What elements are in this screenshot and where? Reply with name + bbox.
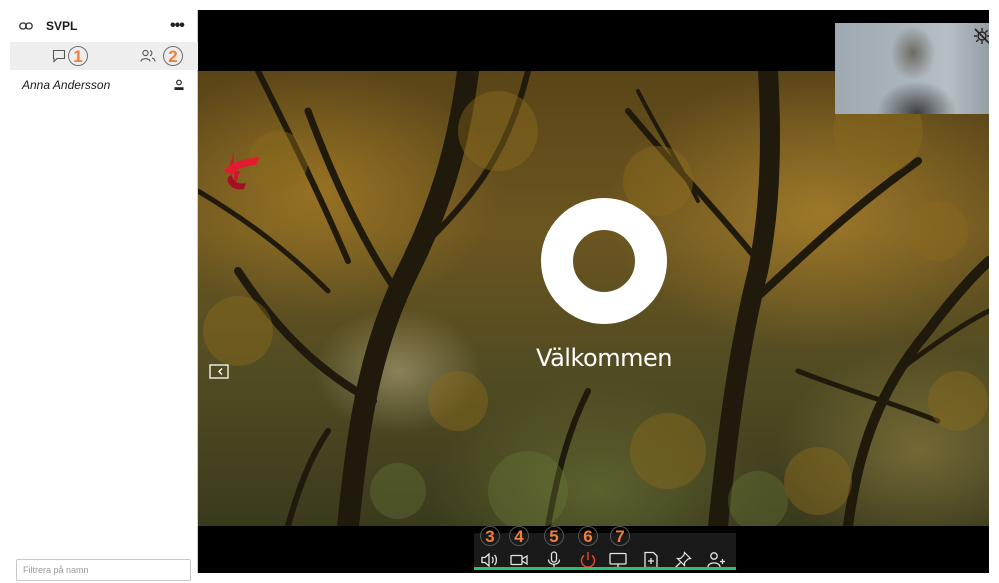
screen-share-button[interactable]: 7 xyxy=(608,526,630,569)
person-icon xyxy=(174,79,184,90)
participant-item[interactable]: Anna Andersson xyxy=(22,78,192,94)
microphone-button[interactable]: 5 xyxy=(544,526,564,568)
pin-button[interactable] xyxy=(673,540,693,568)
chat-bubble-icon xyxy=(52,49,66,63)
annotation-badge-4: 4 xyxy=(509,526,529,546)
call-toolbar: 3 4 5 6 7 xyxy=(474,526,736,570)
camera-off-icon[interactable] xyxy=(973,27,989,45)
toolbar-status-bar xyxy=(474,567,736,570)
tab-chat[interactable]: 1 xyxy=(10,42,104,70)
more-options-button[interactable]: ••• xyxy=(170,17,185,35)
people-icon xyxy=(140,49,156,62)
sidebar-header: SVPL ••• xyxy=(10,10,198,42)
annotation-badge-3: 3 xyxy=(480,526,500,546)
self-view-video[interactable] xyxy=(835,23,989,114)
annotation-badge-2: 2 xyxy=(163,46,183,66)
sidebar: SVPL ••• 1 2 Anna Andersson xyxy=(10,10,198,581)
participant-name: Anna Andersson xyxy=(22,78,111,92)
filter-by-name-input[interactable] xyxy=(16,559,191,581)
link-icon[interactable] xyxy=(19,21,33,31)
welcome-text: Välkommen xyxy=(536,344,672,372)
annotation-badge-7: 7 xyxy=(610,526,630,546)
annotation-badge-5: 5 xyxy=(544,526,564,546)
annotation-badge-6: 6 xyxy=(578,526,598,546)
meeting-title: SVPL xyxy=(46,19,78,33)
logo-mark-icon xyxy=(224,152,260,190)
tab-participants[interactable]: 2 xyxy=(104,42,198,70)
annotation-badge-1: 1 xyxy=(68,46,88,66)
collapse-sidebar-icon[interactable] xyxy=(209,364,229,379)
welcome-logo-ring xyxy=(541,198,667,324)
speaker-button[interactable]: 3 xyxy=(479,526,500,568)
video-stage: Välkommen 3 4 5 6 7 xyxy=(198,10,989,573)
sidebar-tabs: 1 2 xyxy=(10,42,198,70)
add-content-button[interactable] xyxy=(641,540,661,569)
add-participant-button[interactable] xyxy=(706,540,726,568)
hang-up-button[interactable]: 6 xyxy=(578,526,598,568)
camera-button[interactable]: 4 xyxy=(509,526,529,566)
